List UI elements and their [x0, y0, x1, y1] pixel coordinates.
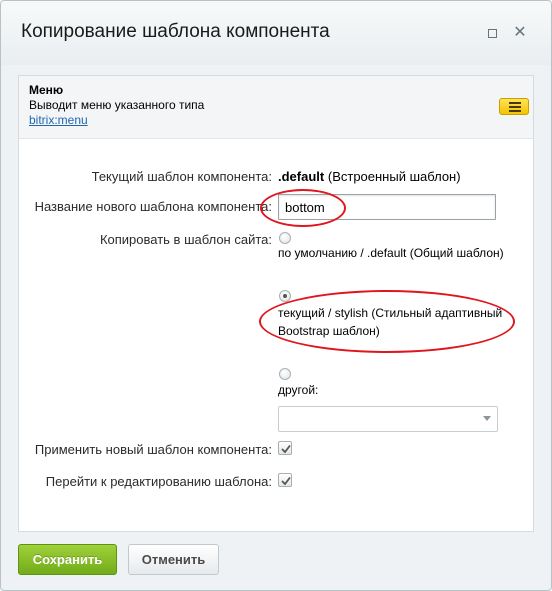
- component-description: Выводит меню указанного типа: [29, 98, 205, 112]
- component-name: Меню: [29, 83, 64, 97]
- copy-to-site-template-label: Копировать в шаблон сайта:: [99, 232, 272, 247]
- close-icon[interactable]: ✕: [512, 25, 528, 41]
- dialog-title: Копирование шаблона компонента: [21, 21, 330, 42]
- radio-other-template-label: другой:: [278, 383, 319, 397]
- radio-current-template[interactable]: [279, 290, 291, 302]
- edit-template-label: Перейти к редактированию шаблона:: [45, 474, 272, 489]
- current-template-note: (Встроенный шаблон): [327, 169, 461, 184]
- current-template-name: .default: [278, 169, 325, 184]
- current-template-value: .default (Встроенный шаблон): [278, 169, 461, 184]
- chevron-down-icon: [483, 416, 491, 421]
- copy-template-dialog: Копирование шаблона компонента ✕ Меню Вы…: [0, 0, 552, 591]
- cancel-button[interactable]: Отменить: [128, 544, 219, 575]
- save-button[interactable]: Сохранить: [18, 544, 117, 575]
- component-menu-button[interactable]: [499, 98, 529, 115]
- other-template-select[interactable]: [278, 406, 498, 432]
- maximize-icon[interactable]: [484, 25, 500, 41]
- apply-template-label: Применить новый шаблон компонента:: [34, 442, 272, 457]
- edit-template-checkbox[interactable]: [278, 473, 292, 487]
- radio-default-template-label: по умолчанию / .default (Общий шаблон): [278, 246, 504, 260]
- dialog-titlebar[interactable]: Копирование шаблона компонента ✕: [1, 1, 551, 65]
- component-info: Меню Выводит меню указанного типа bitrix…: [19, 76, 533, 139]
- radio-other-template[interactable]: [279, 368, 291, 380]
- apply-template-checkbox[interactable]: [278, 441, 292, 455]
- check-icon: [281, 476, 291, 486]
- menu-icon: [509, 102, 521, 114]
- check-icon: [281, 444, 291, 454]
- radio-default-template[interactable]: [279, 232, 291, 244]
- current-template-label: Текущий шаблон компонента:: [91, 169, 272, 184]
- radio-current-template-label: текущий / stylish (Стильный адаптивный B…: [278, 306, 503, 338]
- new-template-name-label: Название нового шаблона компонента:: [34, 199, 272, 214]
- component-link[interactable]: bitrix:menu: [29, 113, 88, 127]
- new-template-name-input[interactable]: [278, 194, 496, 220]
